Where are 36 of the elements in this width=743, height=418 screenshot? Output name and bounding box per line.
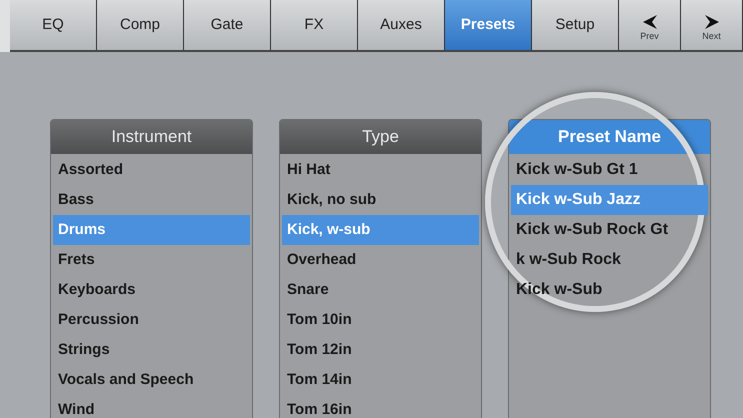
- list-item[interactable]: Kick w-Sub Gt 1: [511, 155, 708, 185]
- list-item[interactable]: Snare: [282, 275, 479, 305]
- right-arrow-icon: [704, 15, 720, 29]
- left-arrow-icon: [642, 15, 658, 29]
- list-item[interactable]: Kick w-Sub Jazz: [511, 185, 708, 215]
- list-item[interactable]: Assorted: [53, 155, 250, 185]
- list-item[interactable]: Percussion: [53, 305, 250, 335]
- list-item[interactable]: Frets: [53, 245, 250, 275]
- tab[interactable]: Presets: [445, 0, 532, 50]
- list-item[interactable]: Kick, no sub: [282, 185, 479, 215]
- list-header: Type: [280, 120, 481, 154]
- list-item[interactable]: Tom 16in: [282, 395, 479, 418]
- tab[interactable]: Gate: [184, 0, 271, 50]
- next-button[interactable]: Next: [681, 0, 743, 50]
- list-item[interactable]: Hi Hat: [282, 155, 479, 185]
- list-item[interactable]: Wind: [53, 395, 250, 418]
- list-item[interactable]: Keyboards: [53, 275, 250, 305]
- prev-button[interactable]: Prev: [619, 0, 681, 50]
- list-item[interactable]: k w-Sub Rock: [511, 245, 708, 275]
- list-header: Preset Name: [509, 120, 710, 154]
- tab[interactable]: Comp: [97, 0, 184, 50]
- tab[interactable]: Setup: [532, 0, 619, 50]
- tab[interactable]: EQ: [10, 0, 97, 50]
- list-item[interactable]: Tom 12in: [282, 335, 479, 365]
- tab[interactable]: FX: [271, 0, 358, 50]
- list-item[interactable]: Kick, w-sub: [282, 215, 479, 245]
- list-item[interactable]: Bass: [53, 185, 250, 215]
- list-item[interactable]: Kick w-Sub: [511, 275, 708, 305]
- list-item[interactable]: Tom 10in: [282, 305, 479, 335]
- list-item[interactable]: Vocals and Speech: [53, 365, 250, 395]
- list-header: Instrument: [51, 120, 252, 154]
- list-item[interactable]: Drums: [53, 215, 250, 245]
- list-item[interactable]: Kick w-Sub Rock Gt: [511, 215, 708, 245]
- list-item[interactable]: Strings: [53, 335, 250, 365]
- list-item[interactable]: Overhead: [282, 245, 479, 275]
- list-item[interactable]: Tom 14in: [282, 365, 479, 395]
